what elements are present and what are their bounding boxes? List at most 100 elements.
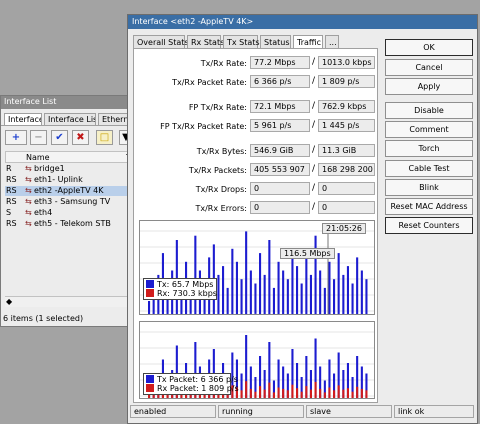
status-slave: slave [306,405,392,418]
enable-button[interactable]: ✔ [51,130,68,145]
tx-rate-bar [300,283,303,314]
tx-rate-bar [296,266,299,314]
tx-rate-bar [175,240,178,314]
tx-rate-bar [337,253,340,314]
rx-packet-bar [314,381,317,398]
legend-tx-packet-label: Tx Packet: [157,375,199,384]
tx-rx-bytes-label: Tx/Rx Bytes: [196,147,247,156]
rx-packet-bar [296,388,299,398]
tx-rate-bar [268,240,271,314]
list-row-eth2[interactable]: RS ⇆ eth2 -AppleTV 4K [5,186,145,196]
legend-rx-value: 730.3 kbps [172,289,217,298]
tx-rx-packets-label: Tx/Rx Packets: [188,166,247,175]
rx-packet-rate-field: 1 809 p/s [318,75,375,88]
cable-test-button[interactable]: Cable Test [385,160,473,177]
row-name: eth5 - Telekom STB [34,219,111,228]
apply-button[interactable]: Apply [385,78,473,95]
rx-packet-bar [356,386,359,398]
list-row-eth1[interactable]: RS ⇆ eth1- Uplink [5,175,145,185]
legend-tx-label: Tx: [157,280,170,289]
add-button[interactable]: + [5,130,27,145]
tx-rate-bar [365,279,368,314]
reset-counters-button[interactable]: Reset Counters [385,217,473,234]
rx-packet-bar [277,387,280,398]
disable-button[interactable]: ✖ [72,130,89,145]
tx-rate-bar [272,287,275,314]
list-row-bridge1[interactable]: R ⇆ bridge1 [5,164,145,174]
reset-mac-address-button[interactable]: Reset MAC Address [385,198,473,215]
tx-rate-bar [323,287,326,314]
plus-icon: + [11,132,21,143]
tab-tx-stats[interactable]: Tx Stats [223,35,260,49]
tab-more[interactable]: ... [325,35,339,49]
interface-icon: ⇆ [25,186,32,195]
minus-icon: − [34,132,43,143]
row-name: eth2 -AppleTV 4K [34,186,104,195]
ok-button[interactable]: OK [385,39,473,56]
tab-traffic[interactable]: Traffic [293,35,323,49]
comment-button[interactable]: □ [96,130,113,145]
list-row-eth3[interactable]: RS ⇆ eth3 - Samsung TV [5,197,145,207]
tx-rate-bar [235,261,238,314]
rx-packet-bar [309,389,312,398]
status-enabled: enabled [130,405,216,418]
tx-rate-bar [286,279,289,314]
tab-status[interactable]: Status [260,35,291,49]
legend-rx-packet-label: Rx Packet: [157,384,199,393]
rx-packet-bar [365,390,368,398]
fp-tx-packet-rate-field: 5 961 p/s [250,119,310,132]
tx-rate-bar [254,283,257,314]
tx-rate-bar [360,270,363,314]
tab-overall-stats[interactable]: Overall Stats [133,35,189,49]
tab-rx-stats[interactable]: Rx Stats [187,35,224,49]
tx-rx-errors-label: Tx/Rx Errors: [195,204,247,213]
comment-button[interactable]: Comment [385,121,473,138]
tx-rate-bar [245,231,248,314]
row-name: eth3 - Samsung TV [34,197,111,206]
row-flag: R [6,164,12,173]
list-row-eth4[interactable]: S ⇆ eth4 [5,208,145,218]
scroll-left-arrow-icon[interactable]: ◆ [6,297,12,306]
torch-button[interactable]: Torch [385,140,473,157]
rx-packet-bar [249,388,252,398]
legend-rx-packet-value: 1 809 p/s [201,384,239,393]
tx-color-swatch [146,375,154,383]
rx-packet-bar [263,389,266,398]
packet-rate-graph: Tx Packet: 6 366 p/s Rx Packet: 1 809 p/… [139,321,375,399]
packet-rate-legend: Tx Packet: 6 366 p/s Rx Packet: 1 809 p/… [143,373,239,395]
tx-rate-bar [194,235,197,314]
legend-tx: Tx: 65.7 Mbps [146,280,214,289]
remove-button[interactable]: − [30,130,47,145]
tx-rate-bar [148,301,151,314]
interface-icon: ⇆ [25,208,32,217]
column-name-header[interactable]: Name [26,153,50,162]
graph-time-label: 21:05:26 [322,223,366,234]
fp-rx-rate-field: 762.9 kbps [318,100,375,113]
list-row-eth5[interactable]: RS ⇆ eth5 - Telekom STB [5,219,145,229]
rx-packet-bar [300,391,303,398]
note-icon: □ [99,132,110,143]
rx-color-swatch [146,289,154,297]
tx-rate-bar [342,274,345,314]
blink-button[interactable]: Blink [385,179,473,196]
row-name: bridge1 [34,164,65,173]
interface-icon: ⇆ [25,164,32,173]
legend-tx-packet-value: 6 366 p/s [200,375,238,384]
status-running: running [218,405,304,418]
status-bar: enabled running slave link ok [128,403,477,423]
traffic-panel: Tx/Rx Rate: 77.2 Mbps / 1013.0 kbps Tx/R… [133,48,378,403]
rx-packet-bar [360,388,363,398]
disable-button[interactable]: Disable [385,102,473,119]
check-icon: ✔ [55,132,64,143]
tx-rate-bar [217,274,220,314]
rx-rate-field: 1013.0 kbps [318,56,375,69]
tx-rate-bar [328,261,331,314]
list-horizontal-scrollbar[interactable]: ◆ [5,296,145,307]
rx-packet-bar [272,392,275,398]
field-separator: / [312,120,316,130]
row-name: eth4 [34,208,53,217]
fp-tx-rate-field: 72.1 Mbps [250,100,310,113]
rx-packet-bar [259,386,262,398]
cancel-button[interactable]: Cancel [385,59,473,76]
rx-packet-bar [328,387,331,398]
